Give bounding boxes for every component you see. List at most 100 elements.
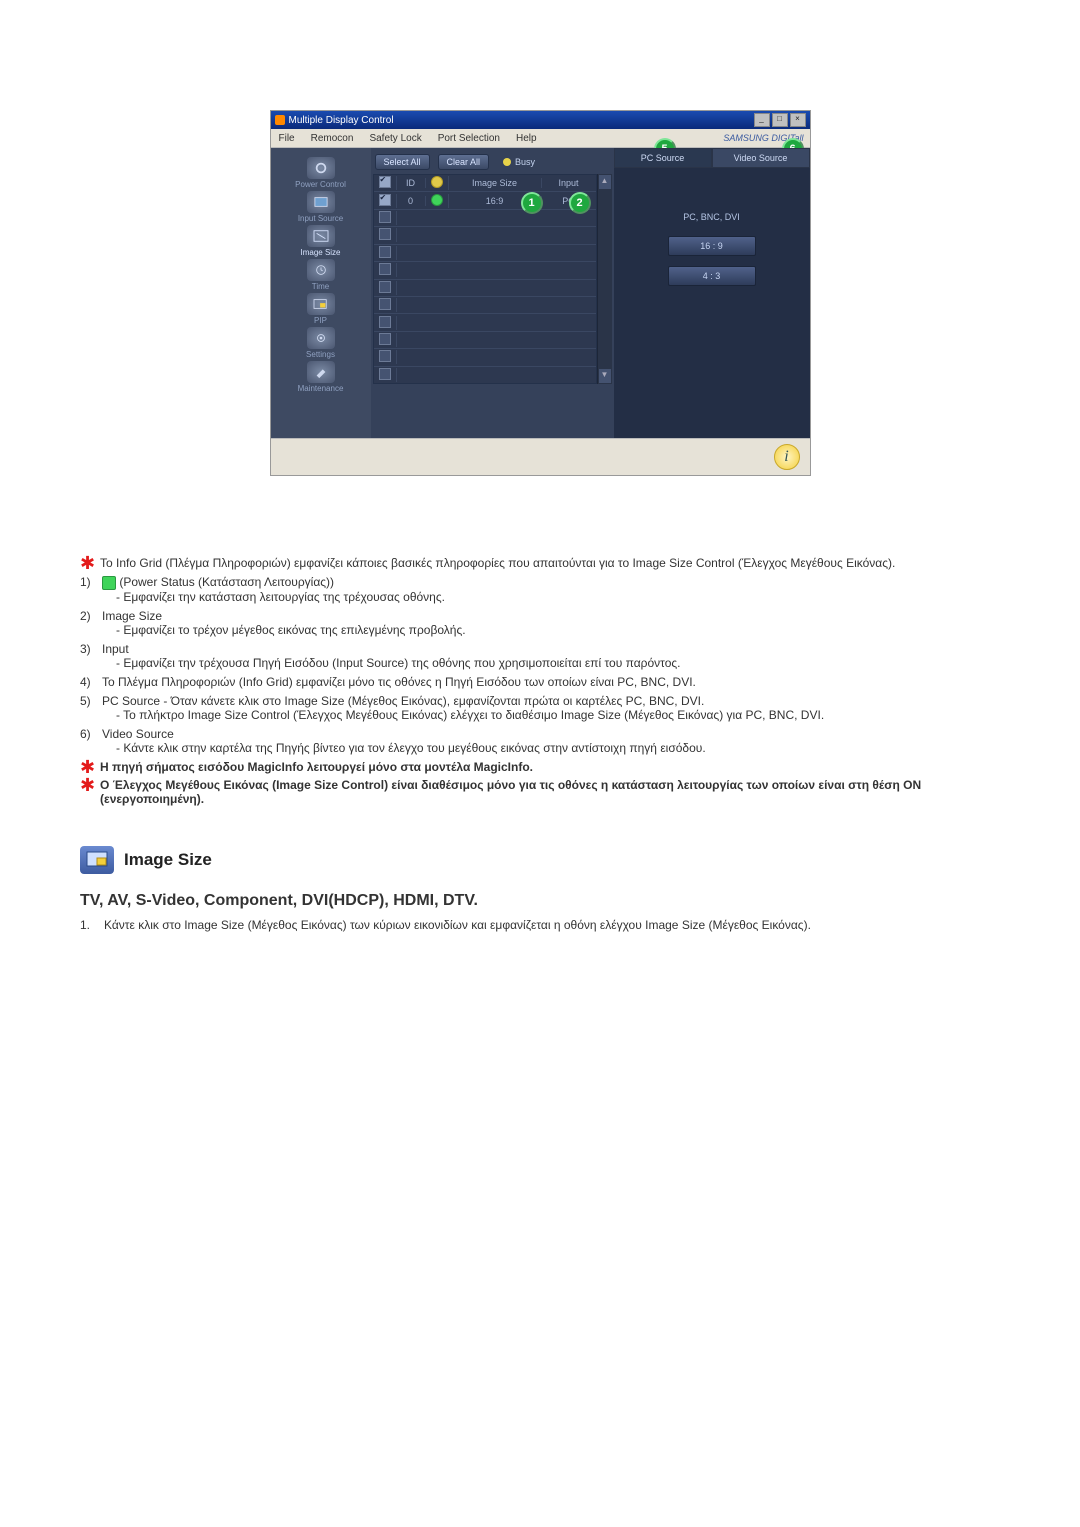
note-text: Η πηγή σήματος εισόδου MagicInfo λειτουρ… bbox=[100, 760, 1000, 774]
busy-dot-icon bbox=[503, 158, 511, 166]
star-icon: ✱ bbox=[80, 556, 100, 570]
note-text: - Εμφανίζει την τρέχουσα Πηγή Εισόδου (I… bbox=[116, 656, 1000, 670]
right-panel: 5 6 PC Source Video Source PC, BNC, DVI … bbox=[614, 148, 810, 438]
section-heading: Image Size bbox=[80, 846, 1000, 874]
sidebar-label: Image Size bbox=[300, 248, 340, 257]
row-checkbox[interactable] bbox=[379, 368, 391, 380]
row-checkbox[interactable] bbox=[379, 298, 391, 310]
sidebar-label: Time bbox=[312, 282, 329, 291]
instruction-text: Κάντε κλικ στο Image Size (Μέγεθος Εικόν… bbox=[104, 918, 1000, 932]
sidebar-time[interactable]: Time bbox=[271, 259, 371, 291]
section-title: Image Size bbox=[124, 850, 212, 870]
note-text: Input bbox=[102, 642, 129, 656]
note-text: Το Info Grid (Πλέγμα Πληροφοριών) εμφανί… bbox=[100, 556, 1000, 570]
titlebar: Multiple Display Control _ □ × bbox=[271, 111, 810, 129]
power-status-icon bbox=[102, 576, 116, 590]
wrench-icon bbox=[307, 361, 335, 383]
busy-label: Busy bbox=[515, 157, 535, 167]
note-text: Ο Έλεγχος Μεγέθους Εικόνας (Image Size C… bbox=[100, 778, 1000, 806]
image-size-section-icon bbox=[80, 846, 114, 874]
select-all-button[interactable]: Select All bbox=[375, 154, 430, 170]
note-text: (Power Status (Κατάσταση Λειτουργίας)) bbox=[119, 575, 334, 589]
instruction-number: 1. bbox=[80, 918, 104, 932]
header-power-icon bbox=[431, 176, 443, 188]
gear-icon bbox=[307, 327, 335, 349]
power-icon bbox=[307, 157, 335, 179]
header-input: Input bbox=[542, 178, 596, 188]
callout-1: 1 bbox=[521, 192, 543, 214]
ratio-4-3-button[interactable]: 4 : 3 bbox=[668, 266, 756, 286]
note-text: Image Size bbox=[102, 609, 162, 623]
row-checkbox[interactable] bbox=[379, 316, 391, 328]
window-title: Multiple Display Control bbox=[289, 115, 394, 126]
vertical-scrollbar[interactable]: ▲ ▼ bbox=[597, 174, 612, 384]
note-text: Το Πλέγμα Πληροφοριών (Info Grid) εμφανί… bbox=[102, 675, 696, 689]
close-button[interactable]: × bbox=[790, 113, 806, 127]
table-row[interactable]: 0 16:9 PC bbox=[374, 191, 596, 208]
menu-port[interactable]: Port Selection bbox=[430, 133, 508, 144]
sidebar-image-size[interactable]: Image Size bbox=[271, 225, 371, 257]
sidebar-pip[interactable]: PIP bbox=[271, 293, 371, 325]
workarea: Select All Clear All Busy ID Image Size bbox=[371, 148, 614, 438]
star-icon: ✱ bbox=[80, 760, 100, 774]
menu-safety[interactable]: Safety Lock bbox=[361, 133, 429, 144]
scroll-down-icon[interactable]: ▼ bbox=[598, 368, 612, 384]
header-id: ID bbox=[397, 178, 426, 188]
row-checkbox[interactable] bbox=[379, 194, 391, 206]
header-image-size: Image Size bbox=[449, 178, 542, 188]
sidebar-label: Power Control bbox=[295, 180, 346, 189]
tab-video-source[interactable]: Video Source bbox=[712, 148, 810, 168]
menubar: File Remocon Safety Lock Port Selection … bbox=[271, 129, 810, 148]
sidebar: Power Control Input Source Image Size Ti… bbox=[271, 148, 371, 438]
row-checkbox[interactable] bbox=[379, 246, 391, 258]
sidebar-settings[interactable]: Settings bbox=[271, 327, 371, 359]
row-checkbox[interactable] bbox=[379, 211, 391, 223]
image-size-icon bbox=[307, 225, 335, 247]
maximize-button[interactable]: □ bbox=[772, 113, 788, 127]
note-text: - Κάντε κλικ στην καρτέλα της Πηγής βίντ… bbox=[116, 741, 1000, 755]
sidebar-power[interactable]: Power Control bbox=[271, 157, 371, 189]
app-icon bbox=[275, 115, 285, 125]
app-window: Multiple Display Control _ □ × File Remo… bbox=[270, 110, 811, 476]
sidebar-label: Input Source bbox=[298, 214, 343, 223]
row-id: 0 bbox=[397, 196, 426, 206]
ratio-16-9-button[interactable]: 16 : 9 bbox=[668, 236, 756, 256]
row-checkbox[interactable] bbox=[379, 263, 391, 275]
input-icon bbox=[307, 191, 335, 213]
callout-2: 2 bbox=[569, 192, 591, 214]
header-checkbox[interactable] bbox=[379, 176, 391, 188]
sidebar-input[interactable]: Input Source bbox=[271, 191, 371, 223]
menu-remocon[interactable]: Remocon bbox=[303, 133, 362, 144]
note-text: - Εμφανίζει το τρέχον μέγεθος εικόνας τη… bbox=[116, 623, 1000, 637]
note-text: PC Source - Όταν κάνετε κλικ στο Image S… bbox=[102, 694, 704, 708]
row-checkbox[interactable] bbox=[379, 281, 391, 293]
note-number: 3) bbox=[80, 642, 102, 670]
note-text: Video Source bbox=[102, 727, 174, 741]
star-icon: ✱ bbox=[80, 778, 100, 806]
row-checkbox[interactable] bbox=[379, 228, 391, 240]
sidebar-maintenance[interactable]: Maintenance bbox=[271, 361, 371, 393]
menu-file[interactable]: File bbox=[271, 133, 303, 144]
info-grid: ID Image Size Input 0 16:9 PC bbox=[373, 174, 597, 384]
scroll-up-icon[interactable]: ▲ bbox=[598, 174, 612, 190]
clear-all-button[interactable]: Clear All bbox=[438, 154, 490, 170]
row-checkbox[interactable] bbox=[379, 350, 391, 362]
tab-pc-source[interactable]: PC Source bbox=[614, 148, 712, 168]
note-number: 1) bbox=[80, 575, 102, 604]
sidebar-label: Maintenance bbox=[298, 384, 344, 393]
panel-source-label: PC, BNC, DVI bbox=[632, 208, 792, 226]
note-number: 6) bbox=[80, 727, 102, 755]
note-number: 2) bbox=[80, 609, 102, 637]
minimize-button[interactable]: _ bbox=[754, 113, 770, 127]
info-icon[interactable]: i bbox=[774, 444, 800, 470]
row-checkbox[interactable] bbox=[379, 333, 391, 345]
pip-icon bbox=[307, 293, 335, 315]
note-number: 4) bbox=[80, 675, 102, 689]
clock-icon bbox=[307, 259, 335, 281]
menu-help[interactable]: Help bbox=[508, 133, 545, 144]
instruction-list: 1. Κάντε κλικ στο Image Size (Μέγεθος Ει… bbox=[80, 918, 1000, 932]
sidebar-label: Settings bbox=[306, 350, 335, 359]
statusbar: i bbox=[271, 438, 810, 475]
notes-section: ✱ Το Info Grid (Πλέγμα Πληροφοριών) εμφα… bbox=[80, 556, 1000, 806]
sub-heading: TV, AV, S-Video, Component, DVI(HDCP), H… bbox=[80, 892, 1000, 910]
